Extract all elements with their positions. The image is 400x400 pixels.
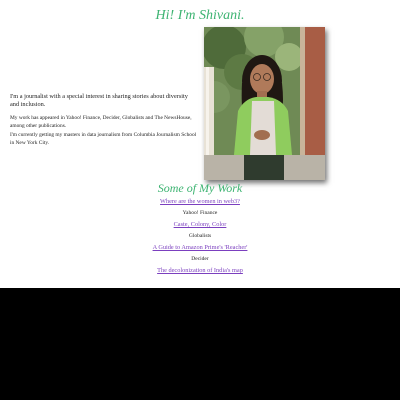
work-section-title: Some of My Work	[157, 181, 243, 195]
article-link-reacher-guide[interactable]: A Guide to Amazon Prime's 'Reacher'	[0, 243, 400, 252]
article-publication: Globalists	[188, 233, 212, 239]
work-item: Caste, Colony, Color Globalists	[0, 220, 400, 240]
article-publication: Decider	[191, 256, 209, 262]
intro-education: I'm currently getting my masters in data…	[10, 131, 197, 147]
intro-section: I'm a journalist with a special interest…	[10, 93, 198, 147]
article-publication: Yahoo! Finance	[182, 210, 218, 216]
work-item: Where are the women in web3? Yahoo! Fina…	[0, 197, 400, 217]
work-item: The decolonization of India's map	[0, 266, 400, 275]
article-link-caste-colony-color[interactable]: Caste, Colony, Color	[0, 220, 400, 229]
portfolio-page: Hi! I'm Shivani. I'm a journalist with a…	[0, 0, 400, 288]
article-link-women-in-web3[interactable]: Where are the women in web3?	[0, 197, 400, 206]
article-link-decolonization-map[interactable]: The decolonization of India's map	[0, 266, 400, 275]
intro-lead: I'm a journalist with a special interest…	[10, 93, 188, 109]
work-item: A Guide to Amazon Prime's 'Reacher' Deci…	[0, 243, 400, 263]
intro-publications: My work has appeared in Yahoo! Finance, …	[10, 114, 192, 130]
page-title: Hi! I'm Shivani.	[155, 8, 245, 23]
profile-photo	[204, 27, 325, 180]
